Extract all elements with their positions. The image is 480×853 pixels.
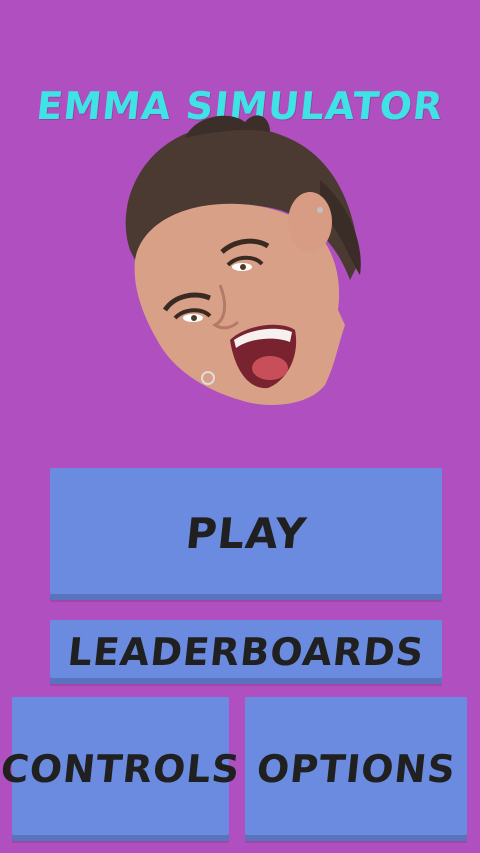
controls-button[interactable]: CONTROLS xyxy=(0,697,242,841)
play-button[interactable]: PLAY xyxy=(50,468,442,600)
options-button-label: OPTIONS xyxy=(254,747,458,791)
leaderboards-button-label: LEADERBOARDS xyxy=(65,630,427,674)
controls-button-label: CONTROLS xyxy=(0,747,243,791)
character-face-image xyxy=(110,110,370,410)
play-button-label: PLAY xyxy=(183,509,309,558)
leaderboards-button[interactable]: LEADERBOARDS xyxy=(50,620,442,684)
options-button[interactable]: OPTIONS xyxy=(245,697,467,841)
